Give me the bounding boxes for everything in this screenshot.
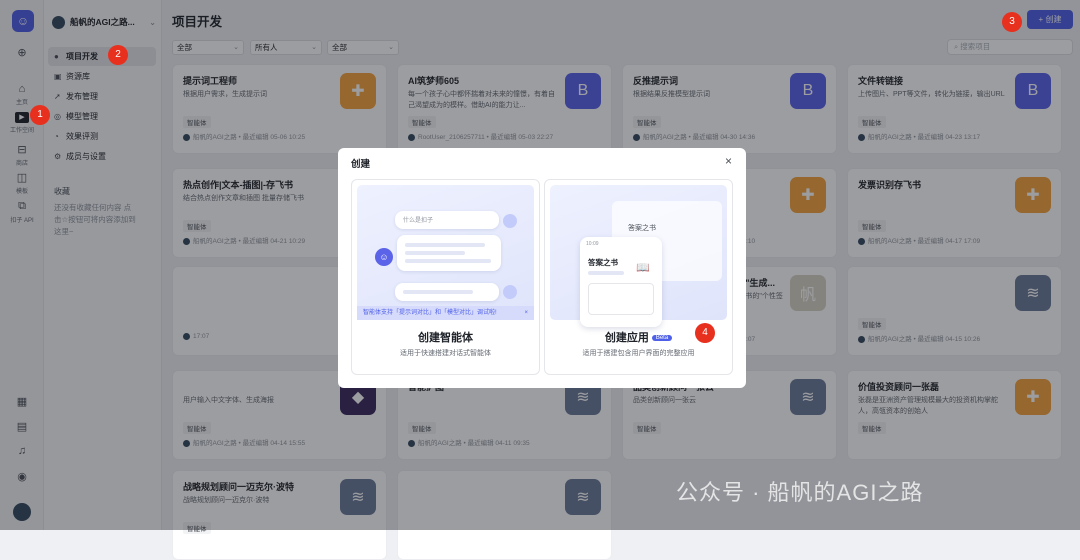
- step-badge: 3: [1002, 12, 1022, 32]
- app-preview-image: 答案之书 10:09 答案之书 📖: [550, 185, 727, 327]
- book-icon: 📖: [636, 262, 650, 274]
- phone-mockup: 10:09 答案之书 📖: [580, 237, 662, 327]
- create-agent-title: 创建智能体: [418, 332, 473, 344]
- create-agent-desc: 适用于快速搭建对话式智能体: [400, 350, 491, 357]
- bot-avatar-icon: ☺: [375, 248, 393, 266]
- bot-reply-bubble: [397, 235, 501, 271]
- step-badge: 2: [108, 45, 128, 65]
- close-icon[interactable]: ×: [725, 154, 732, 168]
- user-avatar-icon: [503, 285, 517, 299]
- create-dialog: 创建 × 什么是扣子 ☺ 智能体支持「提示词对比」和「模型对比」调试啦! × 创建…: [338, 148, 746, 388]
- phone-time: 10:09: [586, 241, 599, 247]
- agent-preview-image: 什么是扣子 ☺ 智能体支持「提示词对比」和「模型对比」调试啦! ×: [357, 185, 534, 320]
- text-line: [588, 271, 624, 275]
- phone-input: [588, 283, 654, 315]
- user-avatar-icon: [503, 214, 517, 228]
- agent-feature-strip: 智能体支持「提示词对比」和「模型对比」调试啦! ×: [357, 306, 534, 320]
- watermark: 公众号 · 船帆的AGI之路: [676, 480, 924, 505]
- strip-text: 智能体支持「提示词对比」和「模型对比」调试啦!: [363, 310, 497, 316]
- phone-title: 答案之书: [588, 258, 618, 267]
- bubble-text: 什么是扣子: [403, 218, 434, 224]
- step-badge: 1: [30, 105, 50, 125]
- desktop-title: 答案之书: [628, 225, 656, 232]
- text-line: [405, 243, 485, 247]
- beta-badge: Beta: [651, 335, 673, 342]
- step-badge: 4: [695, 323, 715, 343]
- text-line: [405, 251, 465, 255]
- chat-bubble: 什么是扣子: [395, 211, 499, 229]
- text-line: [405, 259, 491, 263]
- text-line: [403, 290, 473, 294]
- dialog-title: 创建: [351, 159, 371, 170]
- create-app-label: 创建应用: [604, 332, 649, 344]
- create-app-option[interactable]: 答案之书 10:09 答案之书 📖 创建应用 Beta 适用于搭建包含用户界面的完…: [544, 179, 733, 375]
- close-icon[interactable]: ×: [524, 306, 528, 320]
- create-app-desc: 适用于搭建包含用户界面的完整应用: [582, 350, 695, 357]
- chat-bubble: [395, 283, 499, 301]
- create-agent-option[interactable]: 什么是扣子 ☺ 智能体支持「提示词对比」和「模型对比」调试啦! × 创建智能体 适…: [351, 179, 540, 375]
